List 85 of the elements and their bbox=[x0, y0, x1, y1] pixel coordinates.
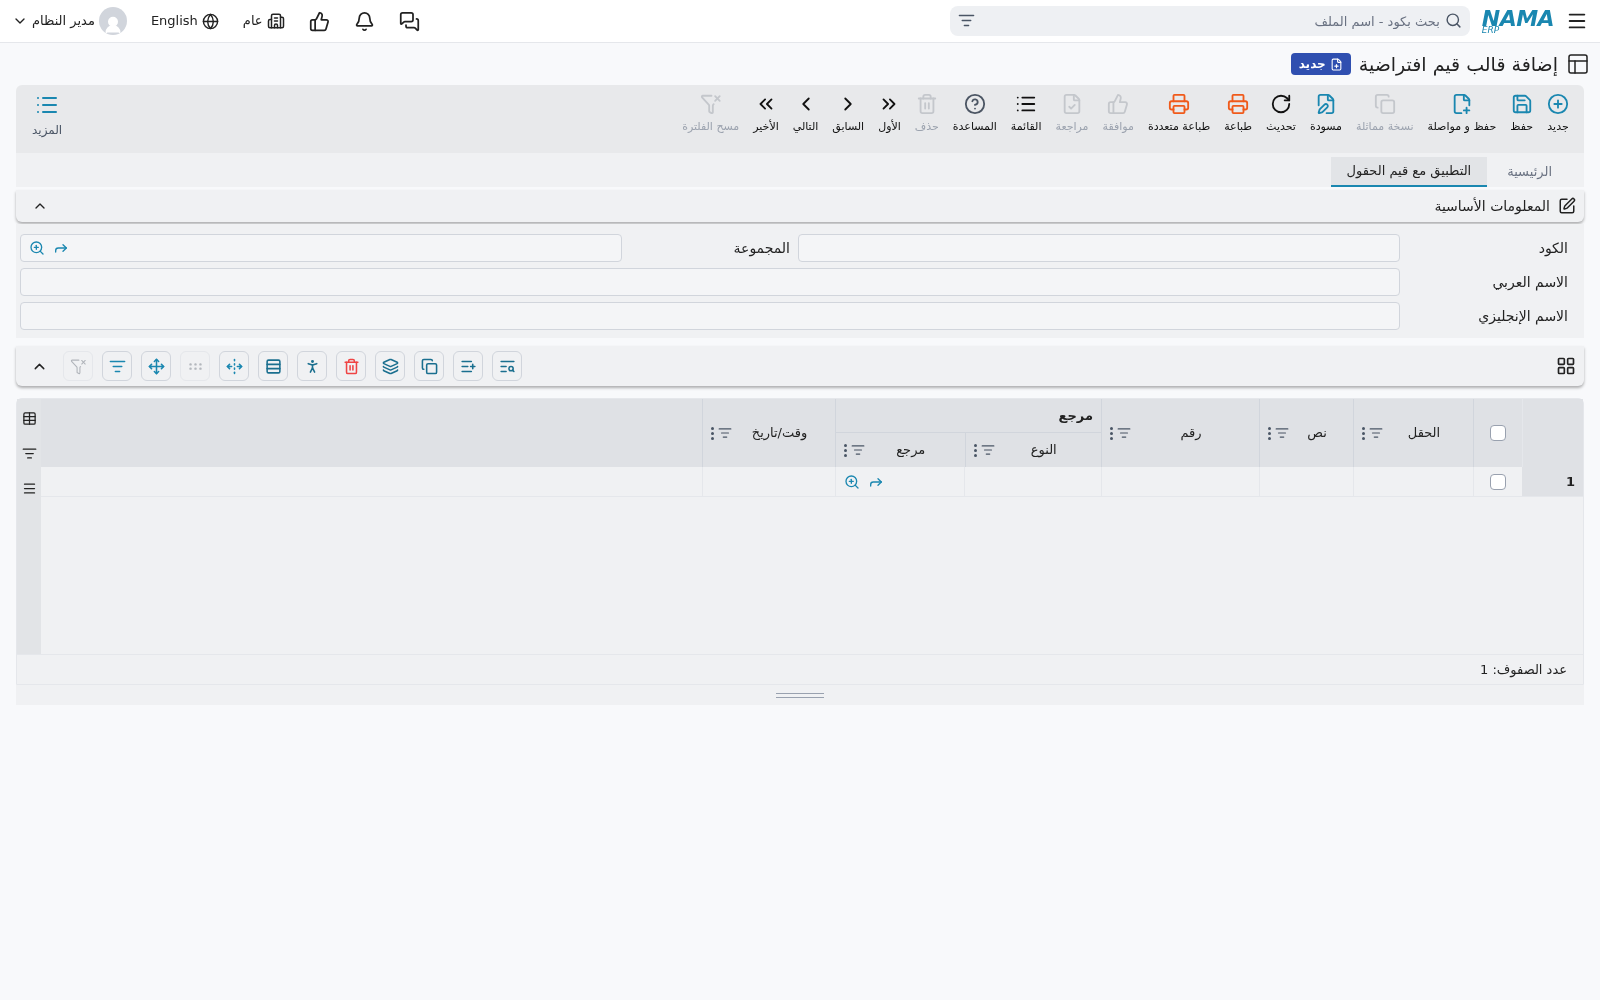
file-check-icon bbox=[1061, 93, 1083, 115]
save-icon bbox=[1510, 93, 1533, 115]
toolbar-button[interactable]: المساعدة bbox=[945, 93, 1004, 136]
grid-tool-button[interactable] bbox=[375, 351, 405, 381]
toolbar-button[interactable]: القائمة bbox=[1003, 93, 1049, 136]
branch-label[interactable]: عام bbox=[242, 11, 263, 31]
status-badge: جديد bbox=[1290, 53, 1351, 75]
column-group-header: مرجع bbox=[836, 399, 1101, 433]
tab[interactable]: التطبيق مع قيم الحقول bbox=[1330, 157, 1488, 187]
toolbar-button[interactable]: طباعة bbox=[1217, 93, 1260, 136]
column-menu-icon[interactable] bbox=[1110, 426, 1113, 440]
grid-tool-button[interactable] bbox=[102, 351, 132, 381]
toolbar-button[interactable]: السابق bbox=[825, 93, 872, 136]
field-label: الكود bbox=[1537, 238, 1568, 259]
grid-tool-button[interactable] bbox=[336, 351, 366, 381]
printer-icon bbox=[1168, 93, 1191, 115]
grid-tool-button[interactable] bbox=[297, 351, 327, 381]
zoom-in-icon[interactable] bbox=[29, 240, 45, 256]
column-menu-icon[interactable] bbox=[1362, 426, 1365, 440]
toolbar-button[interactable]: مسودة bbox=[1302, 93, 1349, 136]
column-menu-icon[interactable] bbox=[1268, 426, 1271, 440]
tab[interactable]: الرئيسية bbox=[1491, 157, 1568, 187]
row-count: عدد الصفوف: 1 bbox=[1480, 660, 1567, 680]
column-header[interactable]: نص bbox=[1289, 423, 1345, 443]
grid-tool-button[interactable] bbox=[219, 351, 249, 381]
column-header[interactable]: الحقل bbox=[1383, 423, 1465, 443]
template-icon bbox=[1566, 52, 1590, 76]
toolbar-button[interactable]: حفظ bbox=[1503, 93, 1540, 136]
column-header[interactable]: النوع bbox=[994, 440, 1093, 460]
copy-icon bbox=[1373, 93, 1396, 115]
printer-icon bbox=[1227, 93, 1250, 115]
grid-tool-button[interactable] bbox=[141, 351, 171, 381]
page-title: إضافة قالب قيم افتراضية bbox=[1358, 51, 1558, 78]
table-icon[interactable] bbox=[21, 411, 37, 426]
toolbar-button[interactable]: الأول bbox=[871, 93, 908, 136]
column-menu-icon[interactable] bbox=[711, 426, 714, 440]
building-icon[interactable] bbox=[266, 12, 285, 30]
input-field[interactable] bbox=[20, 302, 1400, 330]
filter-icon[interactable] bbox=[957, 12, 975, 29]
more-button[interactable]: المزيد bbox=[24, 93, 71, 139]
thumbs-up-icon bbox=[1107, 93, 1130, 115]
refresh-icon bbox=[1270, 93, 1292, 115]
user-name[interactable]: مدير النظام bbox=[32, 11, 95, 31]
checkbox[interactable] bbox=[1490, 473, 1506, 490]
toolbar-button[interactable]: حفظ و مواصلة bbox=[1420, 93, 1504, 136]
search-field[interactable]: بحث بكود - اسم الملف bbox=[949, 6, 1470, 36]
column-header[interactable]: رقم bbox=[1131, 423, 1251, 443]
toolbar-button[interactable]: طباعة متعددة bbox=[1140, 93, 1218, 136]
toolbar-button[interactable]: تحديث bbox=[1259, 93, 1303, 136]
toolbar-button[interactable]: الأخير bbox=[746, 93, 786, 136]
grid-tool-button[interactable] bbox=[453, 351, 483, 381]
plus-circle-icon bbox=[1547, 93, 1569, 115]
field-label: الاسم الإنجليزي bbox=[1477, 306, 1568, 327]
help-icon bbox=[963, 93, 986, 115]
toolbar-button[interactable]: التالي bbox=[785, 93, 826, 136]
zoom-in-icon[interactable] bbox=[844, 473, 860, 490]
chat-icon[interactable] bbox=[398, 10, 420, 32]
bell-icon[interactable] bbox=[353, 10, 375, 32]
input-field[interactable] bbox=[20, 234, 622, 262]
edit-icon bbox=[1558, 197, 1576, 215]
grid-tool-button[interactable] bbox=[258, 351, 288, 381]
field-label: الاسم العربي bbox=[1491, 272, 1568, 293]
search-icon bbox=[1444, 12, 1462, 29]
menu-icon[interactable] bbox=[21, 481, 37, 496]
column-menu-icon[interactable] bbox=[844, 443, 847, 457]
input-field[interactable] bbox=[20, 268, 1400, 296]
filter-off-icon bbox=[699, 93, 722, 115]
language-button[interactable]: English bbox=[150, 11, 198, 31]
filter-icon[interactable] bbox=[21, 446, 37, 461]
grid-tool-button[interactable] bbox=[414, 351, 444, 381]
column-header[interactable]: مرجع bbox=[865, 440, 957, 460]
grid-icon[interactable] bbox=[1556, 356, 1576, 376]
trash-icon bbox=[915, 93, 938, 115]
column-menu-icon[interactable] bbox=[973, 443, 977, 457]
section-title: المعلومات الأساسية bbox=[1434, 196, 1550, 217]
grid-tool-button[interactable] bbox=[492, 351, 522, 381]
thumbs-up-icon[interactable] bbox=[308, 10, 330, 32]
resize-handle[interactable] bbox=[776, 692, 824, 698]
globe-icon[interactable] bbox=[201, 12, 219, 30]
toolbar-button[interactable]: جديد bbox=[1540, 93, 1576, 136]
row-number: 1 bbox=[1522, 467, 1583, 496]
input-field[interactable] bbox=[798, 234, 1400, 262]
checkbox[interactable] bbox=[1490, 425, 1506, 441]
column-header[interactable]: وقت/تاريخ bbox=[732, 423, 827, 443]
field-label: المجموعة bbox=[732, 238, 790, 259]
